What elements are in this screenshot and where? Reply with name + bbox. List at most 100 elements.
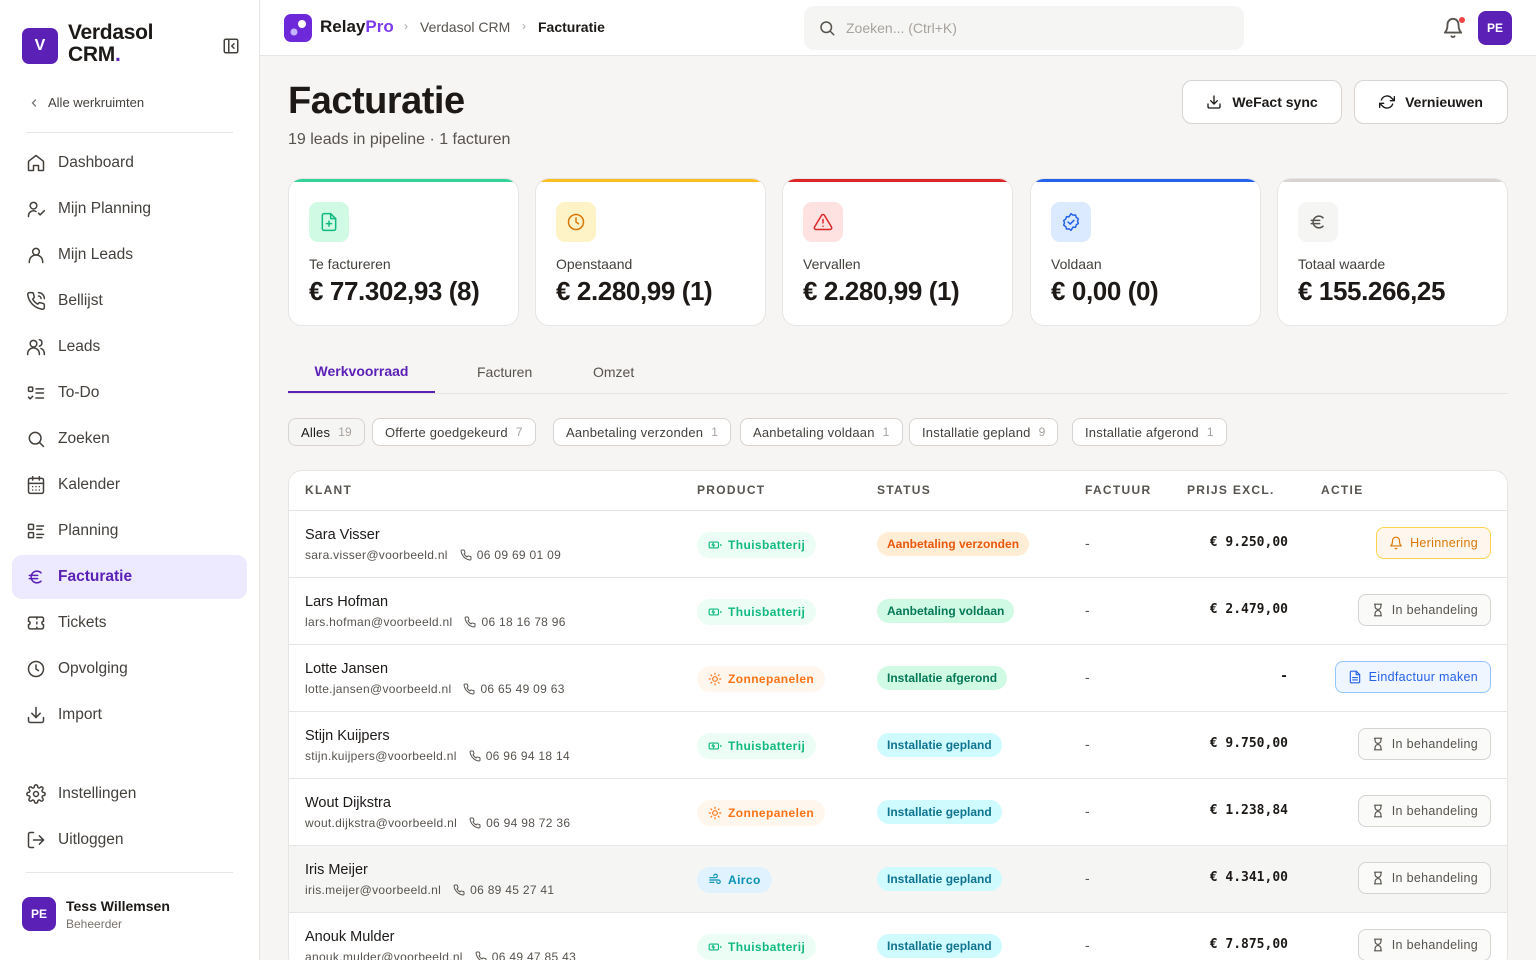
stat-card[interactable]: Voldaan € 0,00 (0) — [1030, 178, 1261, 326]
sidebar-item-dashboard[interactable]: Dashboard — [12, 141, 247, 185]
user-check-icon — [27, 201, 46, 218]
search-icon — [820, 21, 835, 36]
column-header: PRIJS EXCL. — [1187, 483, 1275, 497]
stat-card[interactable]: Openstaand € 2.280,99 (1) — [535, 178, 766, 326]
column-header: PRODUCT — [697, 483, 766, 497]
client-phone[interactable]: 06 65 49 09 63 — [480, 682, 564, 696]
client-email[interactable]: lotte.jansen@voorbeeld.nl — [305, 682, 451, 696]
card-label: Openstaand — [556, 256, 633, 272]
filter-chip[interactable]: Installatie gepland 9 — [909, 418, 1059, 446]
row-action-button[interactable]: In behandeling — [1357, 594, 1491, 626]
tab-facturen[interactable]: Facturen — [477, 350, 532, 393]
row-action-button[interactable]: Eindfactuur maken — [1334, 661, 1491, 693]
topbar: RelayPro › Verdasol CRM › Facturatie PE — [260, 0, 1536, 56]
card-accent — [536, 179, 765, 182]
row-action-button[interactable]: In behandeling — [1357, 929, 1491, 960]
card-accent — [1278, 179, 1507, 182]
client-name[interactable]: Sara Visser — [305, 527, 380, 543]
table-row[interactable]: Lotte Jansen lotte.jansen@voorbeeld.nl 06 … — [289, 645, 1507, 712]
user-profile[interactable]: PE Tess Willemsen Beheerder — [22, 897, 170, 931]
row-action-button[interactable]: In behandeling — [1357, 862, 1491, 894]
invoice-value: - — [1085, 669, 1090, 685]
refresh-icon — [1379, 95, 1396, 109]
client-email[interactable]: lars.hofman@voorbeeld.nl — [305, 615, 452, 629]
tab-werkvoorraad[interactable]: Werkvoorraad — [288, 350, 435, 393]
client-email[interactable]: sara.visser@voorbeeld.nl — [305, 548, 448, 562]
filter-chip[interactable]: Installatie afgerond 1 — [1072, 418, 1227, 446]
client-email[interactable]: anouk.mulder@voorbeeld.nl — [305, 950, 463, 960]
client-phone[interactable]: 06 96 94 18 14 — [486, 749, 570, 763]
client-email[interactable]: iris.meijer@voorbeeld.nl — [305, 883, 441, 897]
table-row[interactable]: Sara Visser sara.visser@voorbeeld.nl 06 09… — [289, 511, 1507, 578]
sidebar-item-planning[interactable]: Planning — [12, 509, 247, 553]
client-email[interactable]: stijn.kuijpers@voorbeeld.nl — [305, 749, 457, 763]
relay-logo-icon[interactable] — [284, 14, 312, 42]
client-phone[interactable]: 06 89 45 27 41 — [470, 883, 554, 897]
filter-chip[interactable]: Alles 19 — [288, 418, 365, 446]
sidebar-item-bellijst[interactable]: Bellijst — [12, 279, 247, 323]
client-name[interactable]: Anouk Mulder — [305, 929, 394, 945]
client-phone[interactable]: 06 18 16 78 96 — [481, 615, 565, 629]
sidebar-item-import[interactable]: Import — [12, 693, 247, 737]
tab-omzet[interactable]: Omzet — [593, 350, 634, 393]
row-action-button[interactable]: In behandeling — [1357, 728, 1491, 760]
sidebar-item-mijn-leads[interactable]: Mijn Leads — [12, 233, 247, 277]
avatar[interactable]: PE — [1478, 11, 1512, 45]
card-label: Totaal waarde — [1298, 256, 1386, 272]
card-accent — [783, 179, 1012, 182]
row-action-button[interactable]: In behandeling — [1357, 795, 1491, 827]
card-icon — [1051, 202, 1091, 242]
workspace-logo[interactable]: V — [22, 28, 58, 64]
row-action-button[interactable]: Herinnering — [1376, 527, 1491, 559]
sidebar-item-tickets[interactable]: Tickets — [12, 601, 247, 645]
sidebar-item-uitloggen[interactable]: Uitloggen — [12, 818, 247, 862]
invoice-value: - — [1085, 937, 1090, 953]
stat-card[interactable]: Te factureren € 77.302,93 (8) — [288, 178, 519, 326]
client-name[interactable]: Lars Hofman — [305, 594, 388, 610]
stat-card[interactable]: Vervallen € 2.280,99 (1) — [782, 178, 1013, 326]
phone-icon — [475, 951, 487, 960]
client-name[interactable]: Lotte Jansen — [305, 661, 388, 677]
client-name[interactable]: Iris Meijer — [305, 862, 368, 878]
wefact-sync-button[interactable]: WeFact sync — [1182, 80, 1342, 124]
sidebar-item-label: Uitloggen — [58, 831, 124, 848]
product-badge: Thuisbatterij — [697, 532, 817, 558]
sidebar-item-kalender[interactable]: Kalender — [12, 463, 247, 507]
sidebar-collapse-icon[interactable] — [222, 37, 240, 55]
search-input[interactable] — [846, 20, 1226, 36]
table-row[interactable]: Anouk Mulder anouk.mulder@voorbeeld.nl 06 … — [289, 913, 1507, 960]
client-email[interactable]: wout.dijkstra@voorbeeld.nl — [305, 816, 457, 830]
alert-triangle-icon — [813, 213, 833, 231]
filter-chip[interactable]: Aanbetaling voldaan 1 — [740, 418, 903, 446]
client-phone[interactable]: 06 94 98 72 36 — [486, 816, 570, 830]
sidebar-item-opvolging[interactable]: Opvolging — [12, 647, 247, 691]
filter-chip[interactable]: Aanbetaling verzonden 1 — [553, 418, 732, 446]
sidebar-item-to-do[interactable]: To-Do — [12, 371, 247, 415]
table-row[interactable]: Iris Meijer iris.meijer@voorbeeld.nl 06 89… — [289, 846, 1507, 913]
breadcrumb-current: Facturatie — [538, 19, 605, 35]
breadcrumb-workspace[interactable]: Verdasol CRM — [420, 19, 510, 35]
card-icon — [309, 202, 349, 242]
filter-chip[interactable]: Offerte goedgekeurd 7 — [372, 418, 536, 446]
search-bar[interactable] — [804, 6, 1244, 50]
sidebar-item-zoeken[interactable]: Zoeken — [12, 417, 247, 461]
invoice-value: - — [1085, 602, 1090, 618]
client-phone[interactable]: 06 49 47 85 43 — [492, 950, 576, 960]
table-row[interactable]: Stijn Kuijpers stijn.kuijpers@voorbeeld.n… — [289, 712, 1507, 779]
sidebar-item-facturatie[interactable]: Facturatie — [12, 555, 247, 599]
table-row[interactable]: Wout Dijkstra wout.dijkstra@voorbeeld.nl 0… — [289, 779, 1507, 846]
card-accent — [1031, 179, 1260, 182]
sidebar-item-instellingen[interactable]: Instellingen — [12, 772, 247, 816]
client-name[interactable]: Stijn Kuijpers — [305, 728, 390, 744]
stat-card[interactable]: Totaal waarde € 155.266,25 — [1277, 178, 1508, 326]
back-to-workspaces-link[interactable]: Alle werkruimten — [28, 95, 144, 110]
client-name[interactable]: Wout Dijkstra — [305, 795, 391, 811]
sidebar-item-mijn-planning[interactable]: Mijn Planning — [12, 187, 247, 231]
refresh-button[interactable]: Vernieuwen — [1354, 80, 1508, 124]
client-phone[interactable]: 06 09 69 01 09 — [477, 548, 561, 562]
product-badge: Thuisbatterij — [697, 599, 817, 625]
status-badge: Installatie afgerond — [877, 666, 1008, 690]
sidebar-item-leads[interactable]: Leads — [12, 325, 247, 369]
table-row[interactable]: Lars Hofman lars.hofman@voorbeeld.nl 06 18… — [289, 578, 1507, 645]
battery-icon — [708, 608, 722, 616]
